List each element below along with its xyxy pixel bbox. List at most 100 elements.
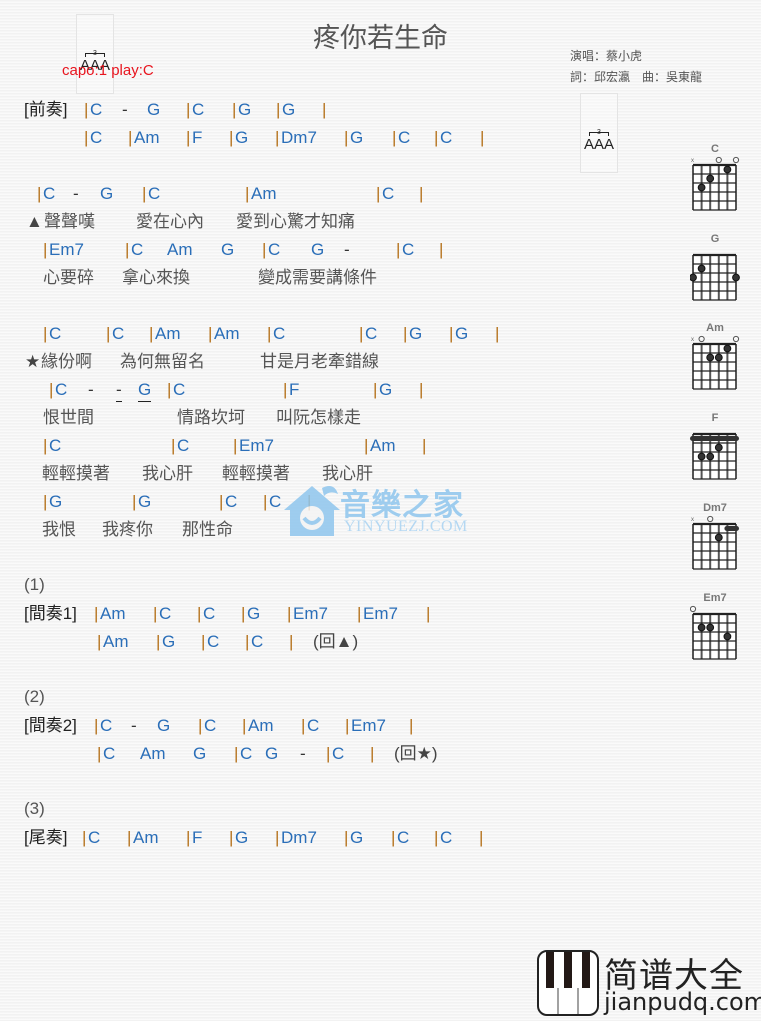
barline: | [245,632,250,651]
finger-dot [706,452,715,461]
chord-symbol: Am [100,604,126,623]
chord-symbol: Em7 [239,436,274,455]
singer-credit: 演唱：蔡小虎 [570,49,643,63]
barline: | [364,436,369,455]
lyric-phrase: 為何無留名 [120,352,205,371]
barline: | [242,716,247,735]
chord-symbol: C [332,744,345,763]
finger-dot [697,623,706,632]
chord-diagram-c: x [691,156,740,211]
section-label-intro: [前奏] [24,100,68,119]
finger-dot [723,632,732,641]
chord-symbol: G [379,380,393,399]
chord-symbol: C [204,716,217,735]
chord-symbol: G [193,744,207,763]
lyric-phrase: 愛到心驚才知痛 [236,212,355,231]
chord-symbol: C [173,380,186,399]
hold-dash: - [131,716,137,735]
hold-dash: - [73,184,79,203]
finger-dot [697,452,706,461]
chord-diagram-f [690,432,739,480]
barline: | [43,240,48,259]
chord-symbol: C [177,436,190,455]
open-string-marker [698,335,705,343]
barline: | [128,128,133,147]
barline: | [125,240,130,259]
section-mark: ★ [25,352,41,371]
yinyuezj-watermark: 音樂之家 YINYUEZJ.COM [278,480,488,540]
barline: | [186,128,191,147]
barline: | [287,604,292,623]
chord-symbol: G [235,128,249,147]
barline: | [359,324,364,343]
barline: | [171,436,176,455]
chord-diagram-name: G [710,233,720,245]
barline: | [37,184,42,203]
triplet-rhythm-icon-2: 3 AAA [580,93,619,173]
barline: | [403,324,408,343]
barline: | [208,324,213,343]
chord-diagram-g [690,253,740,301]
section-label-outro: [尾奏] [24,828,68,847]
chord-symbol: Dm7 [281,128,317,147]
hold-dash: - [116,379,122,402]
barline: | [84,128,89,147]
chord-symbol: C [90,100,103,119]
barline: | [84,100,89,119]
barline: | [495,324,500,343]
barline: | [94,604,99,623]
barline: | [106,324,111,343]
barline: | [229,128,234,147]
barline: | [373,380,378,399]
chord-symbol: C [240,744,253,763]
chord-symbol: Em7 [351,716,386,735]
lyric-phrase: 我恨 [42,520,76,539]
chord-symbol: C [103,744,116,763]
barline: | [219,492,224,511]
part-marker-1: (1) [24,575,45,594]
chord-symbol: G [350,128,364,147]
barline: | [186,100,191,119]
chord-symbol: Am [214,324,240,343]
chord-symbol: C [440,128,453,147]
barline: | [275,828,280,847]
chord-diagram-name: F [711,412,719,424]
barline: | [301,716,306,735]
lyric-phrase: 恨世間 [43,408,94,427]
chord-symbol: C [49,436,62,455]
chord-symbol: Am [370,436,396,455]
chord-diagram-em7 [690,605,737,660]
chord-symbol: C [402,240,415,259]
barline: | [392,128,397,147]
chord-symbol: G [49,492,63,511]
section-label-interlude1: [間奏1] [24,604,77,623]
chord-symbol: Am [134,128,160,147]
chord-symbol: G [147,100,161,119]
barline: | [267,324,272,343]
barline: | [283,380,288,399]
section-mark: ▲ [26,212,43,231]
lyric-phrase: 輕輕摸著 [42,464,110,483]
chord-symbol: G [221,240,235,259]
triplet-notes: AAA [584,136,615,153]
barline: | [419,380,424,399]
chord-diagram-am: x [691,335,740,390]
finger-dot [706,174,715,183]
chord-symbol: Am [251,184,277,203]
barline: | [82,828,87,847]
lyric-phrase: 緣份啊 [41,352,92,371]
chord-symbol: C [112,324,125,343]
chord-symbol: Em7 [363,604,398,623]
chord-symbol: C [55,380,68,399]
hold-dash: - [88,380,94,399]
barline: | [43,436,48,455]
lyric-phrase: 變成需要講條件 [258,268,377,287]
barline: | [449,324,454,343]
finger-dot [690,273,697,282]
chord-symbol: G [311,240,325,259]
open-string-marker [707,515,714,523]
chord-symbol: G [157,716,171,735]
barline: | [245,184,250,203]
barline: | [479,828,484,847]
barline: | [376,184,381,203]
